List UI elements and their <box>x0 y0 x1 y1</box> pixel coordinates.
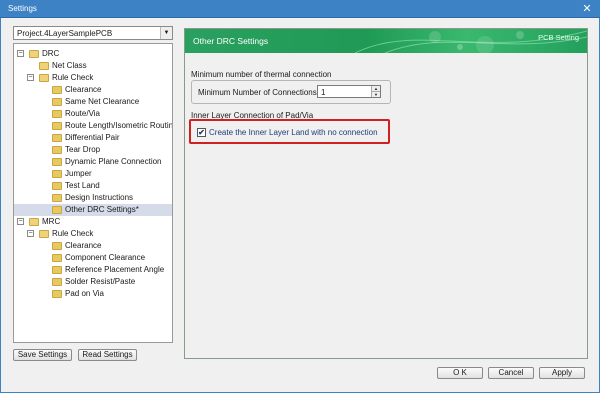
tree-item[interactable]: Pad on Via <box>14 288 172 300</box>
tree-item[interactable]: Net Class <box>14 60 172 72</box>
tree-item-label: Rule Check <box>52 73 94 82</box>
tree-item[interactable]: Differential Pair <box>14 132 172 144</box>
folder-icon <box>52 266 62 274</box>
tree-item-label: MRC <box>42 217 61 226</box>
tree-item-label: Differential Pair <box>65 133 120 142</box>
tree-item[interactable]: Test Land <box>14 180 172 192</box>
tree-item[interactable]: Component Clearance <box>14 252 172 264</box>
tree-item[interactable]: Tear Drop <box>14 144 172 156</box>
tree-item-label: Clearance <box>65 241 102 250</box>
tree-item-label: Net Class <box>52 61 87 70</box>
tree-item-label: Other DRC Settings* <box>65 205 139 214</box>
tree-item-label: Jumper <box>65 169 92 178</box>
folder-icon <box>52 206 62 214</box>
tree-item[interactable]: Dynamic Plane Connection <box>14 156 172 168</box>
folder-icon <box>52 194 62 202</box>
settings-tree: − DRC Net Class − Rule Check Clearance Same Ne… <box>13 43 173 343</box>
folder-icon <box>52 134 62 142</box>
folder-icon <box>52 278 62 286</box>
window-title: Settings <box>8 4 37 13</box>
cancel-button[interactable]: Cancel <box>488 367 534 379</box>
tree-item-label: Design Instructions <box>65 193 134 202</box>
folder-icon <box>52 86 62 94</box>
inner-layer-checkbox-label[interactable]: Create the Inner Layer Land with no conn… <box>209 128 378 137</box>
ok-button[interactable]: O K <box>437 367 483 379</box>
connections-stepper[interactable]: 1 ▲ ▼ <box>317 85 381 98</box>
folder-icon <box>52 158 62 166</box>
tree-item-label: Route Length/Isometric Routing <box>65 121 173 130</box>
tree-item-label: Same Net Clearance <box>65 97 140 106</box>
tree-item-label: Test Land <box>65 181 100 190</box>
connections-value: 1 <box>321 88 326 97</box>
panel-title: Other DRC Settings <box>193 36 269 46</box>
folder-icon <box>39 62 49 70</box>
folder-icon <box>29 218 39 226</box>
folder-icon <box>29 50 39 58</box>
settings-panel: Other DRC Settings PCB Setting Minimum n… <box>184 28 588 359</box>
stepper-down-icon[interactable]: ▼ <box>371 91 380 97</box>
tree-item[interactable]: Solder Resist/Paste <box>14 276 172 288</box>
folder-icon <box>39 74 49 82</box>
tree-item-label: Route/Via <box>65 109 100 118</box>
tree-item-label: Dynamic Plane Connection <box>65 157 162 166</box>
tree-item[interactable]: Clearance <box>14 240 172 252</box>
apply-button[interactable]: Apply <box>539 367 585 379</box>
folder-icon <box>52 242 62 250</box>
inner-layer-checkbox[interactable]: ✔ <box>197 128 206 137</box>
folder-icon <box>39 230 49 238</box>
folder-icon <box>52 98 62 106</box>
tree-item-label: DRC <box>42 49 60 58</box>
close-icon[interactable]: ✕ <box>580 2 594 16</box>
tree-item-label: Solder Resist/Paste <box>65 277 136 286</box>
tree-item[interactable]: Other DRC Settings* <box>14 204 172 216</box>
read-settings-button[interactable]: Read Settings <box>78 349 137 361</box>
folder-icon <box>52 170 62 178</box>
folder-icon <box>52 290 62 298</box>
tree-item-label: Clearance <box>65 85 102 94</box>
tree-expander-icon[interactable]: − <box>27 230 34 237</box>
tree-item-label: Rule Check <box>52 229 94 238</box>
tree-item-label: Tear Drop <box>65 145 101 154</box>
save-settings-button[interactable]: Save Settings <box>13 349 72 361</box>
tree-item-label: Pad on Via <box>65 289 104 298</box>
thermal-groupbox: Minimum Number of Connections 1 ▲ ▼ <box>191 80 391 104</box>
title-bar: Settings ✕ <box>0 0 600 18</box>
tree-item[interactable]: Clearance <box>14 84 172 96</box>
folder-icon <box>52 254 62 262</box>
folder-icon <box>52 110 62 118</box>
tree-item[interactable]: − Rule Check <box>14 72 172 84</box>
tree-item[interactable]: Jumper <box>14 168 172 180</box>
tree-item-label: Reference Placement Angle <box>65 265 165 274</box>
chevron-down-icon[interactable]: ▼ <box>160 27 172 39</box>
thermal-section-label: Minimum number of thermal connection <box>191 70 332 79</box>
connections-field-label: Minimum Number of Connections <box>198 88 317 97</box>
folder-icon <box>52 146 62 154</box>
tree-expander-icon[interactable]: − <box>17 50 24 57</box>
tree-expander-icon[interactable]: − <box>27 74 34 81</box>
tree-item-label: Component Clearance <box>65 253 146 262</box>
tree-item[interactable]: − MRC <box>14 216 172 228</box>
tree-item[interactable]: Route Length/Isometric Routing <box>14 120 172 132</box>
tree-expander-icon[interactable]: − <box>17 218 24 225</box>
tree-item[interactable]: − DRC <box>14 48 172 60</box>
panel-banner: Other DRC Settings PCB Setting <box>185 29 587 53</box>
folder-icon <box>52 122 62 130</box>
tree-item[interactable]: − Rule Check <box>14 228 172 240</box>
tree-item[interactable]: Same Net Clearance <box>14 96 172 108</box>
tree-item[interactable]: Route/Via <box>14 108 172 120</box>
tree-item[interactable]: Reference Placement Angle <box>14 264 172 276</box>
folder-icon <box>52 182 62 190</box>
project-dropdown[interactable]: Project.4LayerSamplePCB ▼ <box>13 26 173 40</box>
project-dropdown-value: Project.4LayerSamplePCB <box>17 29 113 38</box>
tree-item[interactable]: Design Instructions <box>14 192 172 204</box>
panel-badge: PCB Setting <box>538 33 579 42</box>
